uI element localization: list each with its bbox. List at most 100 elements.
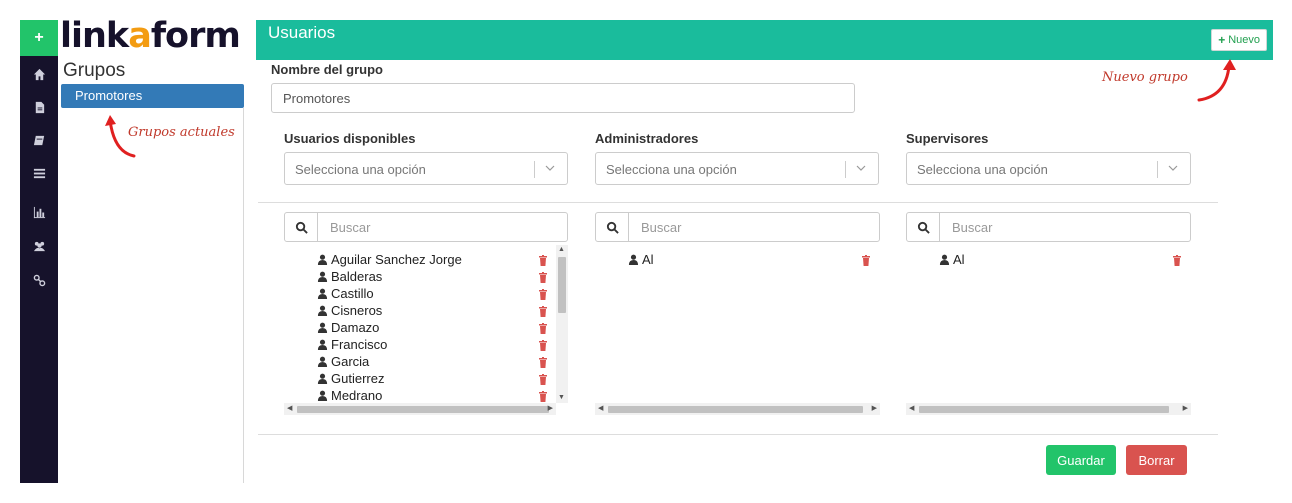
list-item[interactable]: Al bbox=[939, 251, 965, 268]
chevron-down-icon bbox=[1168, 165, 1178, 171]
select-separator bbox=[845, 161, 846, 178]
link-icon[interactable] bbox=[20, 270, 58, 290]
trash-icon[interactable] bbox=[861, 255, 871, 266]
annotation-groups-hint: Grupos actuales bbox=[128, 125, 235, 140]
list-item[interactable]: Balderas bbox=[317, 268, 382, 285]
list-item-label: Cisneros bbox=[331, 303, 383, 318]
search-icon bbox=[285, 213, 318, 241]
app-logo: linkaform bbox=[60, 16, 241, 56]
trash-icon[interactable] bbox=[538, 374, 548, 385]
search-icon bbox=[907, 213, 940, 241]
trash-icon[interactable] bbox=[538, 255, 548, 266]
header-bar: Usuarios + Nuevo bbox=[256, 20, 1273, 60]
list-item-label: Al bbox=[642, 252, 654, 267]
trash-icon[interactable] bbox=[538, 391, 548, 402]
select-separator bbox=[534, 161, 535, 178]
horizontal-scrollbar[interactable]: ◀ ▶ bbox=[906, 403, 1191, 415]
panel-divider bbox=[243, 108, 244, 483]
scroll-left-icon[interactable]: ◀ bbox=[909, 404, 914, 414]
bar-chart-icon[interactable] bbox=[20, 202, 58, 222]
scrollbar-thumb[interactable] bbox=[608, 406, 863, 413]
available-users-list: Aguilar Sanchez Jorge Balderas Castillo … bbox=[284, 245, 568, 415]
scroll-right-icon[interactable]: ▶ bbox=[548, 404, 553, 414]
trash-icon[interactable] bbox=[538, 340, 548, 351]
list-item[interactable]: Cisneros bbox=[317, 302, 382, 319]
trash-icon[interactable] bbox=[538, 357, 548, 368]
horizontal-scrollbar[interactable]: ◀ ▶ bbox=[595, 403, 880, 415]
search-placeholder: Buscar bbox=[641, 220, 682, 235]
scroll-left-icon[interactable]: ◀ bbox=[287, 404, 292, 414]
list-item[interactable]: Medrano bbox=[317, 387, 382, 404]
select-placeholder: Selecciona una opción bbox=[606, 162, 737, 177]
scroll-up-icon[interactable]: ▲ bbox=[558, 245, 565, 255]
list-item[interactable]: Garcia bbox=[317, 353, 369, 370]
select-separator bbox=[1157, 161, 1158, 178]
section-divider bbox=[258, 434, 1218, 435]
group-item-promotores[interactable]: Promotores bbox=[61, 84, 244, 108]
new-group-button-label: Nuevo bbox=[1228, 34, 1260, 46]
scroll-right-icon[interactable]: ▶ bbox=[872, 404, 877, 414]
annotation-arrow-new-icon bbox=[1197, 59, 1236, 102]
search-placeholder: Buscar bbox=[952, 220, 993, 235]
list-item-label: Al bbox=[953, 252, 965, 267]
available-users-select[interactable]: Selecciona una opción bbox=[284, 152, 568, 185]
administrators-select[interactable]: Selecciona una opción bbox=[595, 152, 879, 185]
list-item[interactable]: Francisco bbox=[317, 336, 387, 353]
group-name-label: Nombre del grupo bbox=[271, 62, 383, 77]
scrollbar-thumb[interactable] bbox=[919, 406, 1169, 413]
scroll-right-icon[interactable]: ▶ bbox=[1183, 404, 1188, 414]
user-icon bbox=[317, 322, 328, 333]
new-group-button[interactable]: + Nuevo bbox=[1211, 29, 1267, 51]
user-icon bbox=[317, 305, 328, 316]
scroll-left-icon[interactable]: ◀ bbox=[598, 404, 603, 414]
user-icon bbox=[317, 339, 328, 350]
list-item[interactable]: Aguilar Sanchez Jorge bbox=[317, 251, 462, 268]
chevron-down-icon bbox=[856, 165, 866, 171]
available-users-search[interactable]: Buscar bbox=[284, 212, 568, 242]
supervisors-list: Al ◀ ▶ bbox=[906, 245, 1191, 415]
scroll-down-icon[interactable]: ▼ bbox=[558, 393, 565, 403]
groups-title: Grupos bbox=[63, 60, 126, 81]
add-icon[interactable]: + bbox=[20, 20, 58, 56]
user-icon bbox=[939, 254, 950, 265]
annotation-new-group-hint: Nuevo grupo bbox=[1102, 70, 1188, 85]
trash-icon[interactable] bbox=[538, 306, 548, 317]
supervisors-label: Supervisores bbox=[906, 131, 989, 146]
available-users-label: Usuarios disponibles bbox=[284, 131, 416, 146]
search-placeholder: Buscar bbox=[330, 220, 371, 235]
administrators-search[interactable]: Buscar bbox=[595, 212, 880, 242]
group-name-input[interactable]: Promotores bbox=[271, 83, 855, 113]
list-item-label: Aguilar Sanchez Jorge bbox=[331, 252, 462, 267]
book-icon[interactable] bbox=[20, 130, 58, 150]
trash-icon[interactable] bbox=[538, 289, 548, 300]
list-item[interactable]: Castillo bbox=[317, 285, 374, 302]
trash-icon[interactable] bbox=[538, 323, 548, 334]
chevron-down-icon bbox=[545, 165, 555, 171]
user-icon bbox=[317, 271, 328, 282]
vertical-scrollbar[interactable]: ▲ ▼ bbox=[556, 245, 568, 403]
list-item-label: Francisco bbox=[331, 337, 388, 352]
trash-icon[interactable] bbox=[538, 272, 548, 283]
trash-icon[interactable] bbox=[1172, 255, 1182, 266]
page-title: Usuarios bbox=[268, 23, 336, 42]
supervisors-search[interactable]: Buscar bbox=[906, 212, 1191, 242]
list-item[interactable]: Al bbox=[628, 251, 654, 268]
scrollbar-thumb[interactable] bbox=[558, 257, 566, 313]
list-item-label: Damazo bbox=[331, 320, 380, 335]
list-item[interactable]: Damazo bbox=[317, 319, 379, 336]
list-icon[interactable] bbox=[20, 163, 58, 183]
save-button[interactable]: Guardar bbox=[1046, 445, 1116, 475]
user-icon bbox=[317, 288, 328, 299]
select-placeholder: Selecciona una opción bbox=[295, 162, 426, 177]
user-icon bbox=[317, 356, 328, 367]
file-icon[interactable] bbox=[20, 97, 58, 117]
scrollbar-thumb[interactable] bbox=[297, 406, 549, 413]
delete-button[interactable]: Borrar bbox=[1126, 445, 1187, 475]
select-placeholder: Selecciona una opción bbox=[917, 162, 1048, 177]
users-icon[interactable] bbox=[20, 236, 58, 256]
app-window: + linkaform Usuarios + Nuevo Grupos Prom… bbox=[0, 0, 1292, 503]
horizontal-scrollbar[interactable]: ◀ ▶ bbox=[284, 403, 556, 415]
supervisors-select[interactable]: Selecciona una opción bbox=[906, 152, 1191, 185]
home-icon[interactable] bbox=[20, 64, 58, 84]
list-item[interactable]: Gutierrez bbox=[317, 370, 384, 387]
